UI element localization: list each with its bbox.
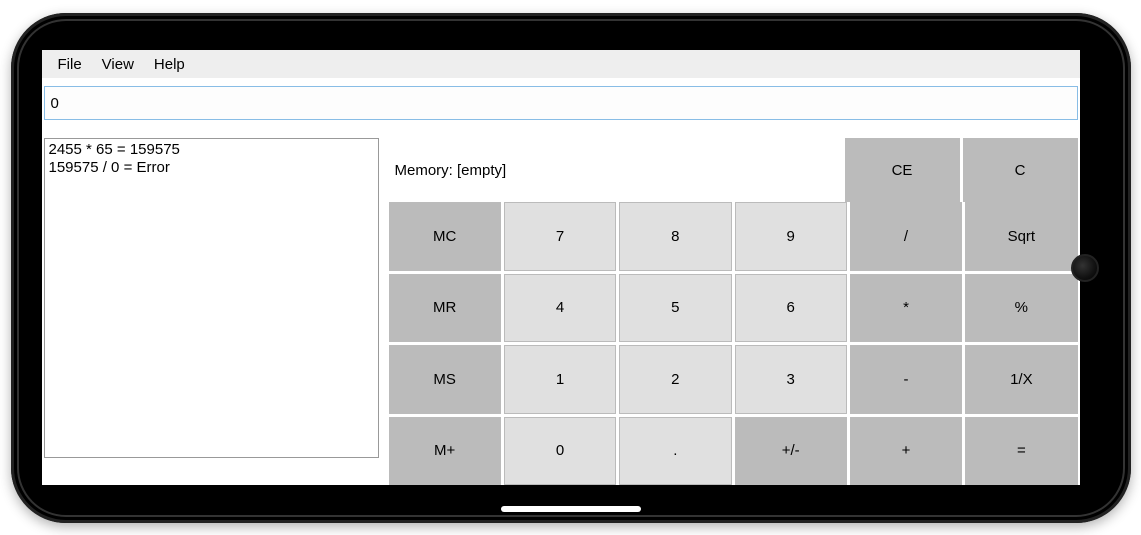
digit-0-button[interactable]: 0 — [504, 417, 616, 486]
menu-help[interactable]: Help — [144, 56, 195, 73]
divide-button[interactable]: / — [850, 202, 962, 271]
sqrt-button[interactable]: Sqrt — [965, 202, 1077, 271]
digit-5-button[interactable]: 5 — [619, 274, 731, 343]
keypad-area: Memory: [empty] CE C MC 7 8 9 / Sqrt M — [389, 138, 1078, 485]
mr-button[interactable]: MR — [389, 274, 501, 343]
equals-button[interactable]: = — [965, 417, 1077, 486]
decimal-button[interactable]: . — [619, 417, 731, 486]
phone-body: File View Help 2455 * 65 = 159575 159575… — [11, 13, 1131, 523]
digit-8-button[interactable]: 8 — [619, 202, 731, 271]
digit-6-button[interactable]: 6 — [735, 274, 847, 343]
menu-file[interactable]: File — [48, 56, 92, 73]
home-indicator-icon — [501, 506, 641, 512]
multiply-button[interactable]: * — [850, 274, 962, 343]
digit-3-button[interactable]: 3 — [735, 345, 847, 414]
mplus-button[interactable]: M+ — [389, 417, 501, 486]
memory-row: Memory: [empty] CE C — [389, 138, 1078, 202]
app-screen: File View Help 2455 * 65 = 159575 159575… — [42, 50, 1080, 485]
digit-2-button[interactable]: 2 — [619, 345, 731, 414]
phone-frame: File View Help 2455 * 65 = 159575 159575… — [0, 0, 1141, 535]
display-input[interactable] — [44, 86, 1078, 120]
digit-4-button[interactable]: 4 — [504, 274, 616, 343]
sign-button[interactable]: +/- — [735, 417, 847, 486]
digit-7-button[interactable]: 7 — [504, 202, 616, 271]
reciprocal-button[interactable]: 1/X — [965, 345, 1077, 414]
main-area: 2455 * 65 = 159575 159575 / 0 = Error Me… — [42, 138, 1080, 485]
percent-button[interactable]: % — [965, 274, 1077, 343]
history-panel[interactable]: 2455 * 65 = 159575 159575 / 0 = Error — [44, 138, 379, 458]
phone-camera-icon — [1071, 254, 1099, 282]
menubar: File View Help — [42, 50, 1080, 78]
mc-button[interactable]: MC — [389, 202, 501, 271]
ce-button[interactable]: CE — [845, 138, 960, 202]
add-button[interactable]: + — [850, 417, 962, 486]
digit-9-button[interactable]: 9 — [735, 202, 847, 271]
clear-buttons: CE C — [845, 138, 1078, 202]
display-container — [42, 78, 1080, 120]
menu-view[interactable]: View — [92, 56, 144, 73]
c-button[interactable]: C — [963, 138, 1078, 202]
memory-label: Memory: [empty] — [389, 162, 845, 179]
digit-1-button[interactable]: 1 — [504, 345, 616, 414]
ms-button[interactable]: MS — [389, 345, 501, 414]
keypad-grid: MC 7 8 9 / Sqrt MR 4 5 6 * % MS 1 — [389, 202, 1078, 485]
subtract-button[interactable]: - — [850, 345, 962, 414]
